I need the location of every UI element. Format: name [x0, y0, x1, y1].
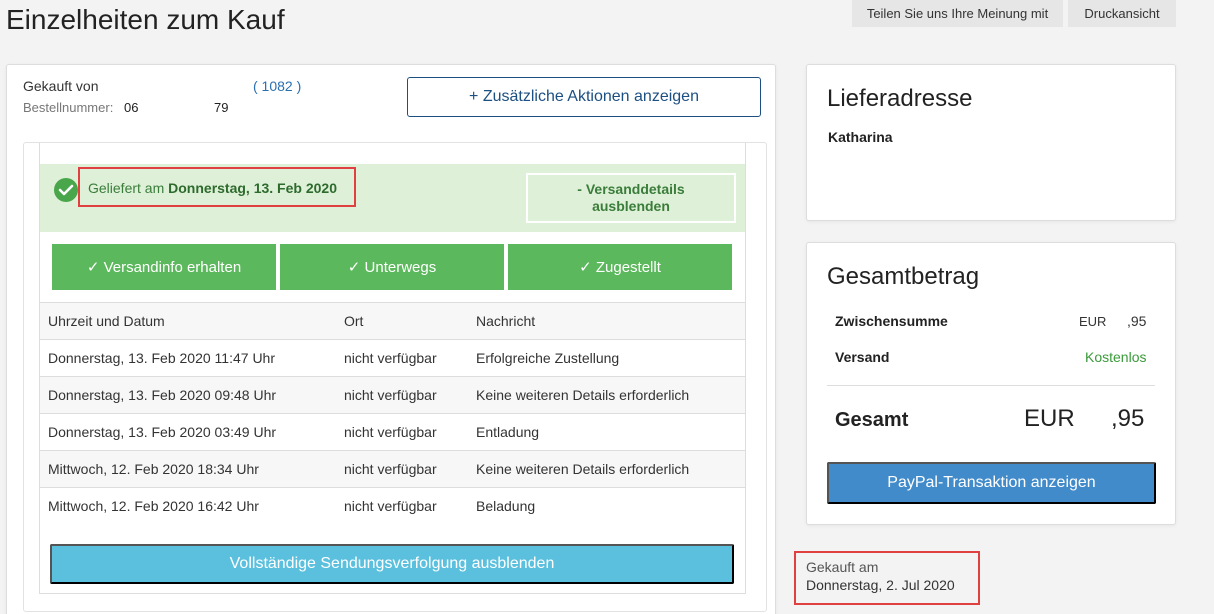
cell-datetime: Donnerstag, 13. Feb 2020 11:47 Uhr: [48, 350, 276, 366]
cell-location: nicht verfügbar: [344, 387, 437, 403]
print-view-button[interactable]: Druckansicht: [1068, 0, 1176, 27]
address-title: Lieferadresse: [827, 85, 973, 112]
cell-message: Keine weiteren Details erforderlich: [476, 461, 690, 477]
tracking-table: Uhrzeit und Datum Ort Nachricht Donnerst…: [40, 302, 745, 525]
cell-location: nicht verfügbar: [344, 498, 437, 515]
shipping-address-panel: Lieferadresse Katharina: [806, 64, 1176, 221]
grand-total-label: Gesamt: [835, 409, 909, 431]
order-number-label: Bestellnummer:: [23, 100, 114, 115]
subtotal-label: Zwischensumme: [835, 313, 948, 329]
cell-datetime: Donnerstag, 13. Feb 2020 09:48 Uhr: [48, 387, 277, 403]
table-row: Donnerstag, 13. Feb 2020 11:47 Uhr nicht…: [40, 339, 745, 377]
step-delivered: ✓ Zugestellt: [508, 244, 732, 290]
total-title: Gesamtbetrag: [827, 263, 980, 290]
paypal-transaction-button[interactable]: PayPal-Transaktion anzeigen: [827, 462, 1156, 504]
table-row: Donnerstag, 13. Feb 2020 03:49 Uhr nicht…: [40, 413, 745, 451]
header-datetime: Uhrzeit und Datum: [48, 313, 165, 329]
step-in-transit: ✓ Unterwegs: [280, 244, 504, 290]
order-number-part2: 79: [214, 100, 229, 115]
more-actions-button[interactable]: + Zusätzliche Aktionen anzeigen: [407, 77, 761, 117]
shipment-card: Geliefert am Donnerstag, 13. Feb 2020 - …: [23, 142, 767, 612]
cell-datetime: Mittwoch, 12. Feb 2020 18:34 Uhr: [48, 461, 259, 477]
page-title: Einzelheiten zum Kauf: [6, 4, 285, 35]
hide-shipping-details-button[interactable]: - Versanddetails ausblenden: [526, 173, 736, 223]
feedback-button[interactable]: Teilen Sie uns Ihre Meinung mit: [852, 0, 1063, 27]
subtotal-amount: ,95: [1127, 313, 1147, 329]
hide-tracking-button[interactable]: Vollständige Sendungsverfolgung ausblend…: [50, 544, 734, 584]
cell-message: Keine weiteren Details erforderlich: [476, 387, 690, 403]
table-row: Donnerstag, 13. Feb 2020 09:48 Uhr nicht…: [40, 376, 745, 414]
cell-location: nicht verfügbar: [344, 461, 437, 477]
cell-datetime: Donnerstag, 13. Feb 2020 03:49 Uhr: [48, 424, 277, 440]
total-divider: [827, 385, 1155, 386]
total-panel: Gesamtbetrag Zwischensumme EUR ,95 Versa…: [806, 242, 1176, 525]
delivered-prefix: Geliefert am: [88, 180, 169, 196]
table-row: Mittwoch, 12. Feb 2020 16:42 Uhr nicht v…: [40, 487, 745, 525]
delivered-date: Donnerstag, 13. Feb 2020: [168, 180, 337, 196]
header-location: Ort: [344, 313, 364, 329]
cell-message: Beladung: [476, 498, 536, 515]
cell-location: nicht verfügbar: [344, 350, 437, 366]
cell-location: nicht verfügbar: [344, 424, 437, 440]
step-shipping-info: ✓ Versandinfo erhalten: [52, 244, 276, 290]
shipping-value: Kostenlos: [1085, 349, 1147, 365]
subtotal-currency: EUR: [1079, 314, 1107, 329]
cell-message: Entladung: [476, 424, 540, 440]
shipment-inner: Geliefert am Donnerstag, 13. Feb 2020 - …: [39, 143, 746, 594]
recipient-name: Katharina: [828, 129, 893, 145]
purchase-date-value: Donnerstag, 2. Jul 2020: [806, 577, 955, 593]
table-header-row: Uhrzeit und Datum Ort Nachricht: [40, 302, 745, 340]
check-circle-icon: [54, 178, 78, 202]
delivered-status: Geliefert am Donnerstag, 13. Feb 2020: [88, 180, 337, 196]
grand-total-currency: EUR: [1024, 405, 1075, 432]
purchase-date-label: Gekauft am: [806, 559, 879, 575]
table-row: Mittwoch, 12. Feb 2020 18:34 Uhr nicht v…: [40, 450, 745, 488]
seller-feedback-link[interactable]: ( 1082 ): [253, 78, 301, 94]
bought-from-label: Gekauft von: [23, 78, 99, 94]
cell-message: Erfolgreiche Zustellung: [476, 350, 620, 366]
delivered-banner: Geliefert am Donnerstag, 13. Feb 2020 - …: [40, 164, 745, 232]
order-number-part1: 06: [124, 100, 139, 115]
order-details-panel: Gekauft von ( 1082 ) Bestellnummer: 06 7…: [6, 64, 776, 614]
grand-total-amount: ,95: [1111, 405, 1145, 432]
header-message: Nachricht: [476, 313, 536, 329]
shipping-label: Versand: [835, 349, 890, 365]
cell-datetime: Mittwoch, 12. Feb 2020 16:42 Uhr: [48, 498, 259, 515]
